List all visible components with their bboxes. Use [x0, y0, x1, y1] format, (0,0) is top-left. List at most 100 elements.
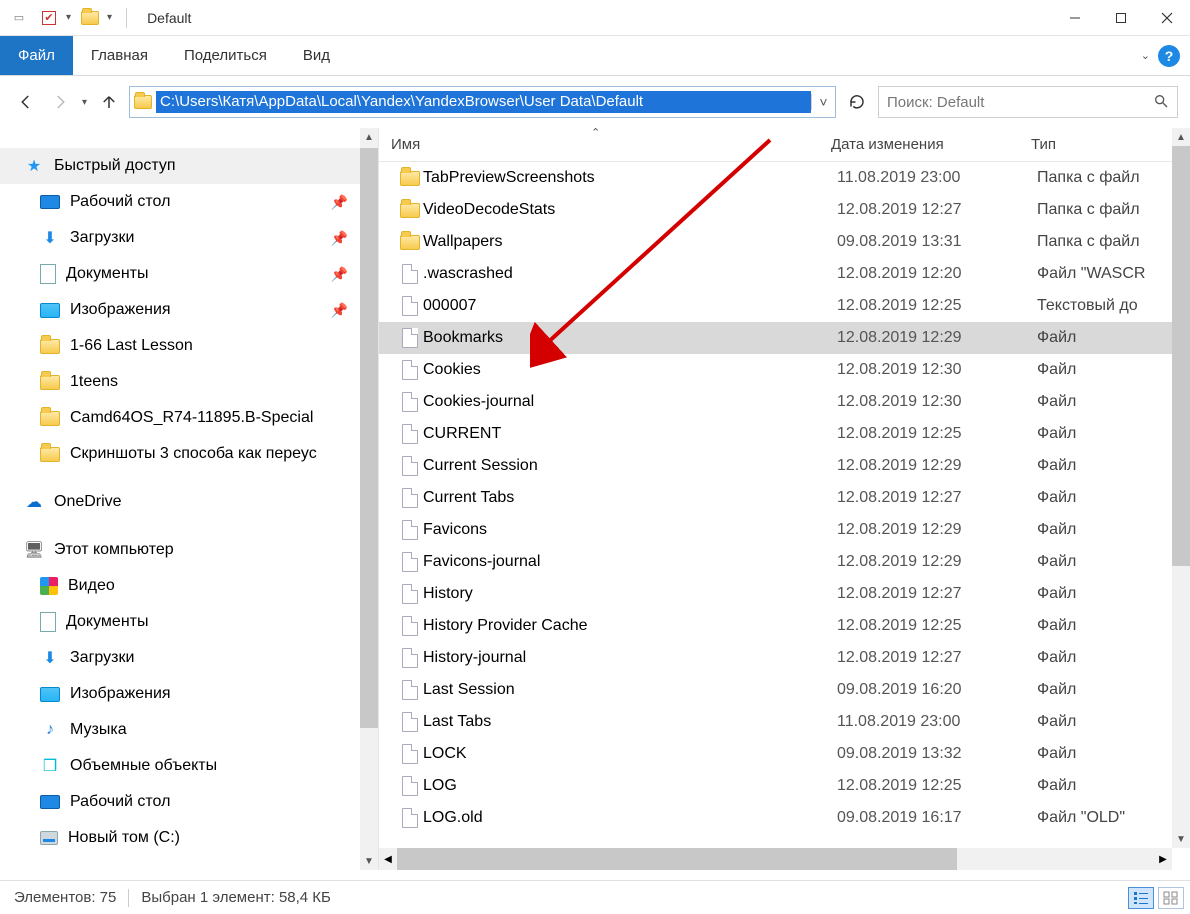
file-vscrollbar[interactable]: ▲ ▼ — [1172, 128, 1190, 848]
file-date: 09.08.2019 16:20 — [837, 681, 1037, 699]
scroll-up-icon[interactable]: ▲ — [1172, 128, 1190, 146]
ribbon-tab-share[interactable]: Поделиться — [166, 36, 285, 75]
sidebar-item[interactable]: Рабочий стол📌 — [0, 184, 378, 220]
column-date[interactable]: Дата изменения — [831, 136, 1031, 153]
disk-icon — [40, 831, 58, 845]
file-row[interactable]: Favicons-journal12.08.2019 12:29Файл — [379, 546, 1190, 578]
file-row[interactable]: Current Session12.08.2019 12:29Файл — [379, 450, 1190, 482]
sidebar-item-label: Загрузки — [70, 229, 134, 247]
sidebar-item-label: Документы — [66, 613, 148, 631]
sidebar-item[interactable]: Рабочий стол — [0, 784, 378, 820]
nav-back-button[interactable] — [12, 88, 40, 116]
sidebar-item[interactable]: Изображения📌 — [0, 292, 378, 328]
file-name: Current Tabs — [423, 489, 837, 507]
file-row[interactable]: LOG12.08.2019 12:25Файл — [379, 770, 1190, 802]
scroll-up-icon[interactable]: ▲ — [360, 128, 378, 146]
file-row[interactable]: Cookies-journal12.08.2019 12:30Файл — [379, 386, 1190, 418]
file-row[interactable]: Bookmarks12.08.2019 12:29Файл — [379, 322, 1190, 354]
column-type[interactable]: Тип — [1031, 136, 1190, 153]
file-date: 11.08.2019 23:00 — [837, 713, 1037, 731]
file-row[interactable]: History12.08.2019 12:27Файл — [379, 578, 1190, 610]
minimize-button[interactable] — [1052, 2, 1098, 34]
folder-icon — [40, 447, 60, 462]
sidebar-item[interactable]: 1-66 Last Lesson — [0, 328, 378, 364]
sidebar-item[interactable]: Скриншоты 3 способа как переус — [0, 436, 378, 472]
ribbon-tab-file[interactable]: Файл — [0, 36, 73, 75]
nav-forward-button[interactable] — [46, 88, 74, 116]
address-path[interactable]: C:\Users\Катя\AppData\Local\Yandex\Yande… — [156, 91, 811, 113]
sidebar-this-pc[interactable]: 🖥 Этот компьютер — [0, 532, 378, 568]
title-folder-dropdown-icon[interactable]: ▾ — [107, 12, 112, 23]
file-name: Favicons — [423, 521, 837, 539]
sidebar-item[interactable]: Новый том (C:) — [0, 820, 378, 856]
image-icon — [40, 303, 60, 318]
sidebar-item[interactable]: 1teens — [0, 364, 378, 400]
file-row[interactable]: Wallpapers09.08.2019 13:31Папка с файл — [379, 226, 1190, 258]
file-row[interactable]: LOG.old09.08.2019 16:17Файл "OLD" — [379, 802, 1190, 834]
qat-explorer-icon[interactable]: ▭ — [8, 7, 30, 29]
file-row[interactable]: Favicons12.08.2019 12:29Файл — [379, 514, 1190, 546]
sidebar-item[interactable]: ⬇Загрузки📌 — [0, 220, 378, 256]
folder-icon — [400, 171, 420, 186]
help-button[interactable]: ? — [1158, 45, 1180, 67]
sidebar-item[interactable]: ❒Объемные объекты — [0, 748, 378, 784]
file-row[interactable]: VideoDecodeStats12.08.2019 12:27Папка с … — [379, 194, 1190, 226]
file-hscrollbar[interactable]: ◀ ▶ — [379, 848, 1172, 870]
file-type: Файл — [1037, 521, 1190, 539]
file-row[interactable]: LOCK09.08.2019 13:32Файл — [379, 738, 1190, 770]
scroll-down-icon[interactable]: ▼ — [360, 852, 378, 870]
column-name[interactable]: Имя ⌃ — [391, 136, 831, 153]
sidebar-quick-access[interactable]: ★ Быстрый доступ — [0, 148, 378, 184]
scroll-thumb[interactable] — [1172, 146, 1190, 566]
refresh-button[interactable] — [842, 93, 872, 111]
nav-up-button[interactable] — [95, 88, 123, 116]
scroll-right-icon[interactable]: ▶ — [1154, 848, 1172, 870]
ribbon-expand-icon[interactable]: ⌄ — [1141, 49, 1150, 62]
file-row[interactable]: TabPreviewScreenshots11.08.2019 23:00Пап… — [379, 162, 1190, 194]
file-row[interactable]: Current Tabs12.08.2019 12:27Файл — [379, 482, 1190, 514]
sidebar-item[interactable]: ♪Музыка — [0, 712, 378, 748]
maximize-button[interactable] — [1098, 2, 1144, 34]
file-row[interactable]: History-journal12.08.2019 12:27Файл — [379, 642, 1190, 674]
scroll-down-icon[interactable]: ▼ — [1172, 830, 1190, 848]
address-bar[interactable]: C:\Users\Катя\AppData\Local\Yandex\Yande… — [129, 86, 836, 118]
sidebar-onedrive[interactable]: ☁ OneDrive — [0, 484, 378, 520]
nav-history-dropdown-icon[interactable]: ▾ — [80, 97, 89, 108]
search-input[interactable]: Поиск: Default — [878, 86, 1178, 118]
search-icon[interactable] — [1153, 93, 1169, 112]
file-name: Cookies-journal — [423, 393, 837, 411]
file-row[interactable]: .wascrashed12.08.2019 12:20Файл "WASCR — [379, 258, 1190, 290]
status-separator — [128, 889, 129, 907]
address-dropdown-icon[interactable]: ˅ — [811, 94, 835, 110]
qat-dropdown-icon[interactable]: ▾ — [66, 12, 71, 23]
ribbon-tab-home[interactable]: Главная — [73, 36, 166, 75]
file-row[interactable]: Last Session09.08.2019 16:20Файл — [379, 674, 1190, 706]
scroll-left-icon[interactable]: ◀ — [379, 848, 397, 870]
close-button[interactable] — [1144, 2, 1190, 34]
file-date: 09.08.2019 16:17 — [837, 809, 1037, 827]
file-row[interactable]: Last Tabs11.08.2019 23:00Файл — [379, 706, 1190, 738]
view-icons-button[interactable] — [1158, 887, 1184, 909]
sidebar-item[interactable]: Документы — [0, 604, 378, 640]
sidebar-item[interactable]: Видео — [0, 568, 378, 604]
sidebar-item[interactable]: Документы📌 — [0, 256, 378, 292]
file-row[interactable]: CURRENT12.08.2019 12:25Файл — [379, 418, 1190, 450]
file-name: History Provider Cache — [423, 617, 837, 635]
sidebar-scrollbar[interactable]: ▲ ▼ — [360, 128, 378, 870]
file-row[interactable]: Cookies12.08.2019 12:30Файл — [379, 354, 1190, 386]
ribbon-tab-view[interactable]: Вид — [285, 36, 348, 75]
file-row[interactable]: History Provider Cache12.08.2019 12:25Фа… — [379, 610, 1190, 642]
qat-properties-icon[interactable]: ✔ — [38, 7, 60, 29]
view-details-button[interactable] — [1128, 887, 1154, 909]
file-icon — [402, 552, 418, 572]
scroll-thumb[interactable] — [397, 848, 957, 870]
sidebar-item[interactable]: Camd64OS_R74-11895.B-Special — [0, 400, 378, 436]
file-icon — [402, 328, 418, 348]
scroll-thumb[interactable] — [360, 148, 378, 728]
sidebar-item-label: Новый том (C:) — [68, 829, 180, 847]
sidebar-item[interactable]: Изображения — [0, 676, 378, 712]
file-date: 09.08.2019 13:31 — [837, 233, 1037, 251]
sidebar-item[interactable]: ⬇Загрузки — [0, 640, 378, 676]
status-count: Элементов: 75 — [14, 889, 116, 906]
file-row[interactable]: 00000712.08.2019 12:25Текстовый до — [379, 290, 1190, 322]
